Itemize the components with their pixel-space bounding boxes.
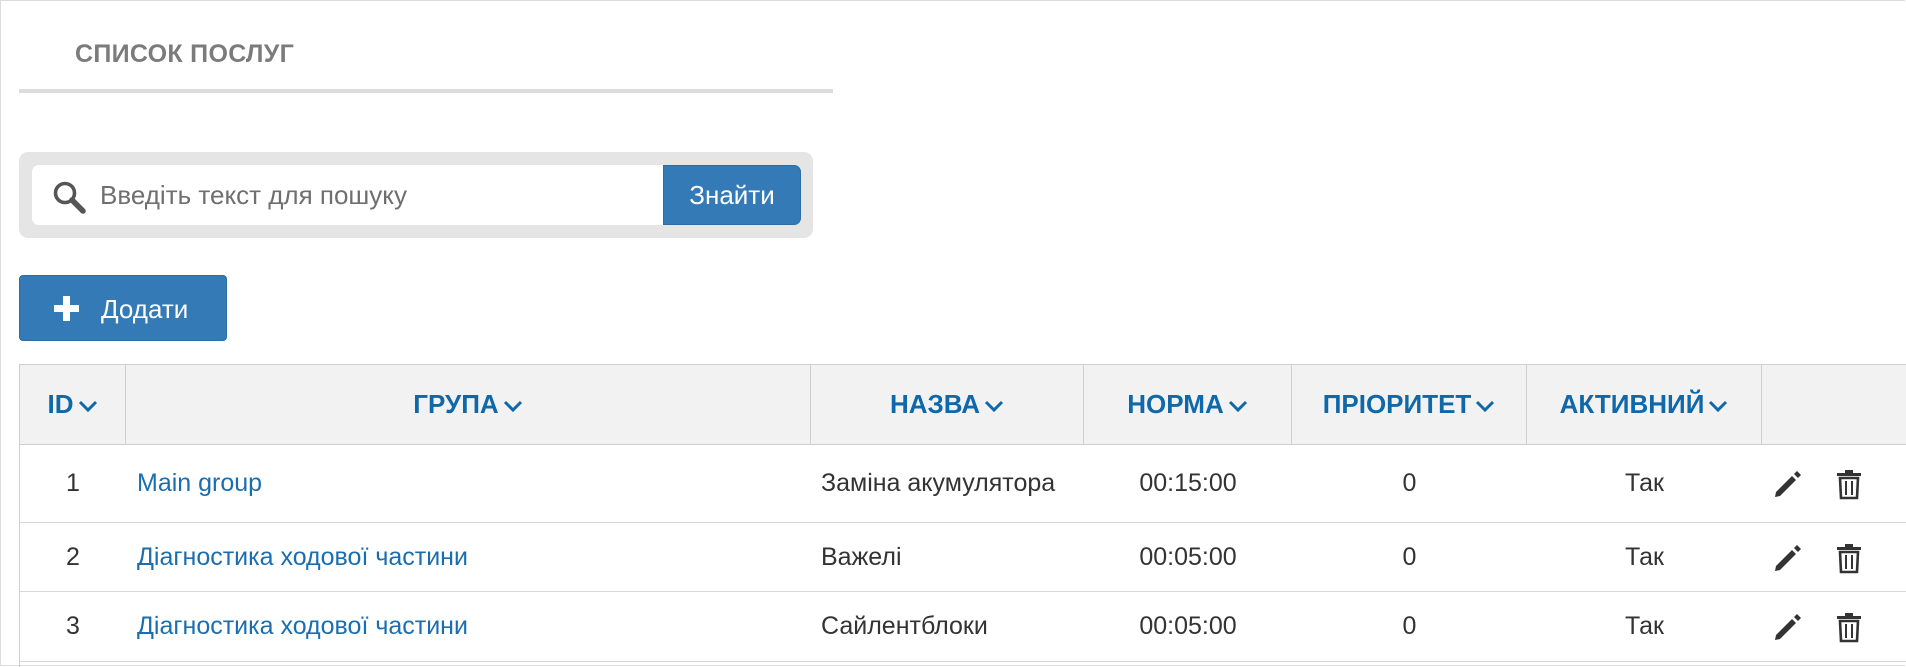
chevron-down-icon (1709, 400, 1728, 413)
column-header-id[interactable]: ID (20, 365, 126, 444)
cell-group-link[interactable]: Діагностика ходової частини (137, 523, 797, 591)
add-button[interactable]: Додати (19, 275, 227, 341)
cell-group-link[interactable]: Діагностика ходової частини (137, 592, 797, 661)
search-panel: Знайти (19, 152, 813, 238)
column-header-label: АКТИВНИЙ (1559, 389, 1705, 419)
chevron-down-icon (1228, 400, 1247, 413)
column-header-label: ПРІОРИТЕТ (1322, 389, 1472, 419)
search-button[interactable]: Знайти (663, 165, 801, 225)
cell-priority: 0 (1402, 612, 1417, 640)
column-header-label: ID (47, 389, 74, 419)
pencil-icon[interactable] (1772, 468, 1804, 500)
column-header-label: НОРМА (1127, 389, 1224, 419)
cell-priority: 0 (1402, 542, 1417, 571)
pencil-icon[interactable] (1772, 611, 1804, 643)
cell-name: Сайлентблоки (821, 612, 988, 640)
cell-name: Важелі (821, 542, 902, 571)
trash-icon[interactable] (1833, 611, 1865, 643)
trash-icon[interactable] (1833, 468, 1865, 500)
trash-icon[interactable] (1833, 542, 1865, 574)
column-header-name[interactable]: НАЗВА (811, 365, 1084, 444)
chevron-down-icon (503, 400, 522, 413)
search-icon (53, 181, 86, 214)
cell-id: 3 (66, 612, 80, 640)
table-row: 2 Діагностика ходової частини Важелі 00:… (20, 523, 1906, 592)
search-input[interactable] (100, 173, 650, 217)
chevron-down-icon (1476, 400, 1495, 413)
services-table: ID ГРУПА НАЗВА НОРМА ПРІОРИТЕТ АКТИВНИЙ … (19, 364, 1906, 667)
cell-name: Заміна акумулятора (821, 469, 1056, 497)
cell-id: 1 (66, 469, 80, 497)
plus-icon (54, 296, 79, 321)
cell-id: 2 (66, 542, 80, 571)
cell-norm: 00:05:00 (1139, 542, 1237, 571)
column-header-label: НАЗВА (889, 389, 981, 419)
cell-group-link[interactable]: Main group (137, 445, 797, 522)
pencil-icon[interactable] (1772, 542, 1804, 574)
title-divider (19, 89, 833, 93)
cell-active: Так (1625, 469, 1664, 497)
chevron-down-icon (984, 400, 1004, 413)
column-header-actions (1762, 365, 1906, 444)
table-row: 3 Діагностика ходової частини Сайлентбло… (20, 592, 1906, 662)
chevron-down-icon (78, 400, 97, 413)
column-header-label: ГРУПА (413, 389, 499, 419)
cell-norm: 00:05:00 (1139, 612, 1237, 640)
column-header-active[interactable]: АКТИВНИЙ (1527, 365, 1762, 444)
cell-priority: 0 (1402, 469, 1417, 497)
table-row: 1 Main group Заміна акумулятора 00:15:00… (20, 445, 1906, 523)
table-header: ID ГРУПА НАЗВА НОРМА ПРІОРИТЕТ АКТИВНИЙ (20, 365, 1906, 445)
cell-norm: 00:15:00 (1139, 469, 1237, 497)
column-header-norm[interactable]: НОРМА (1084, 365, 1292, 444)
add-button-label: Додати (101, 294, 189, 324)
search-box (32, 165, 664, 225)
cell-active: Так (1625, 612, 1664, 640)
cell-active: Так (1625, 542, 1664, 571)
page-title: СПИСОК ПОСЛУГ (75, 40, 295, 68)
column-header-priority[interactable]: ПРІОРИТЕТ (1292, 365, 1527, 444)
column-header-group[interactable]: ГРУПА (126, 365, 811, 444)
